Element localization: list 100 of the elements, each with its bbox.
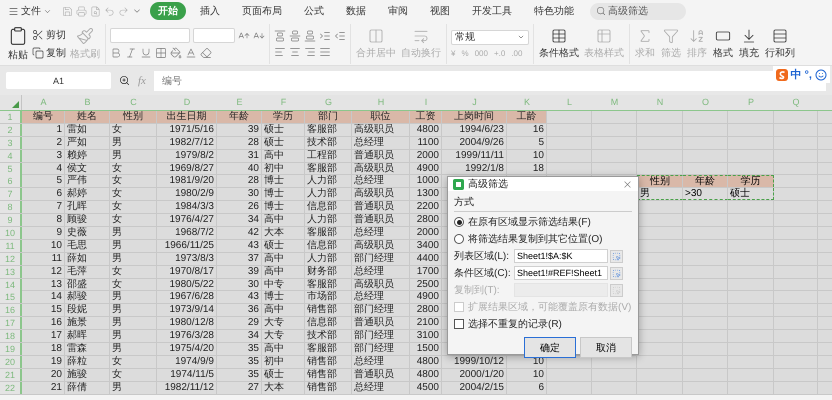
align-right-button[interactable] [304, 46, 316, 58]
align-middle-button[interactable] [289, 30, 301, 42]
column-letter[interactable]: K [507, 95, 547, 110]
ribbon-tab[interactable]: 视图 [422, 2, 458, 20]
ribbon-tab[interactable]: 公式 [296, 2, 332, 20]
row-number[interactable]: 14 [0, 278, 22, 291]
ribbon-tab[interactable]: 页面布局 [234, 2, 290, 20]
italic-button[interactable] [125, 47, 137, 59]
ribbon-tab[interactable]: 插入 [192, 2, 228, 20]
radio-option[interactable]: 在原有区域显示筛选结果(F) [454, 215, 632, 229]
ribbon-tab[interactable]: 数据 [338, 2, 374, 20]
ime-punctuation[interactable]: °, [804, 68, 812, 80]
justify-button[interactable] [319, 46, 331, 58]
cut-button[interactable]: 剪切 [32, 28, 66, 42]
checkbox-option[interactable]: 选择不重复的记录(R) [454, 317, 632, 331]
column-letter[interactable]: A [22, 95, 65, 110]
range-field[interactable]: Sheet1!$A:$K [514, 249, 608, 263]
number-format-button[interactable]: .00 [511, 48, 522, 58]
row-number[interactable]: 9 [0, 214, 22, 226]
row-number[interactable]: 5 [0, 162, 22, 175]
column-letter[interactable]: B [65, 95, 110, 110]
redo-button[interactable] [118, 6, 129, 16]
column-letter[interactable]: M [592, 95, 637, 110]
conditional-format-button[interactable]: 条件格式 [538, 28, 580, 60]
number-format-button[interactable]: % [461, 48, 469, 58]
column-letter[interactable]: E [217, 95, 262, 110]
number-format-button[interactable]: 000 [474, 48, 488, 58]
row-number[interactable]: 17 [0, 317, 22, 330]
column-letter[interactable]: J [442, 95, 507, 110]
row-number[interactable]: 8 [0, 201, 22, 214]
range-picker-button[interactable] [610, 250, 623, 262]
smiley-icon[interactable] [815, 68, 827, 80]
range-field[interactable]: Sheet1!#REF!Sheet1 [514, 266, 608, 280]
row-number[interactable]: 4 [0, 150, 22, 162]
radio-option[interactable]: 将筛选结果复制到其它位置(O) [454, 232, 632, 246]
preview-button[interactable] [90, 6, 101, 16]
row-number[interactable]: 21 [0, 368, 22, 381]
column-letter[interactable]: F [262, 95, 305, 110]
row-number[interactable]: 16 [0, 304, 22, 316]
column-letter[interactable]: P [728, 95, 774, 110]
column-letter[interactable]: Q [774, 95, 818, 110]
column-letter[interactable]: C [110, 95, 157, 110]
column-letter[interactable]: D [157, 95, 217, 110]
file-menu[interactable]: 文件 [6, 4, 54, 18]
column-letter[interactable]: G [305, 95, 352, 110]
underline-button[interactable] [140, 47, 152, 59]
row-number[interactable]: 7 [0, 188, 22, 200]
indent-button[interactable] [319, 30, 331, 42]
cancel-button[interactable]: 取消 [580, 337, 632, 358]
ribbon-tab[interactable]: 开始 [150, 2, 186, 20]
row-number[interactable]: 12 [0, 252, 22, 265]
ribbon-tool-button[interactable]: 填充 [738, 28, 760, 60]
search-field[interactable]: 高级筛选 [590, 2, 686, 20]
range-picker-button[interactable] [610, 284, 623, 296]
row-number[interactable]: 10 [0, 227, 22, 240]
ime-toolbar[interactable]: 中 °, [772, 66, 830, 83]
align-left-button[interactable] [274, 46, 286, 58]
number-format-button[interactable]: +.0 [494, 48, 506, 58]
function-button[interactable]: fx [138, 74, 146, 86]
fill-color-button[interactable] [170, 47, 182, 59]
zoom-icon[interactable] [119, 75, 130, 86]
row-number[interactable]: 13 [0, 266, 22, 278]
align-top-button[interactable] [274, 30, 286, 42]
column-letter[interactable]: L [547, 95, 592, 110]
row-number[interactable]: 2 [0, 124, 22, 136]
column-letter[interactable]: N [637, 95, 683, 110]
outdent-button[interactable] [334, 30, 346, 42]
column-letter[interactable]: O [683, 95, 728, 110]
print-button[interactable] [76, 6, 87, 16]
border-button[interactable] [155, 47, 167, 59]
ribbon-tool-button[interactable]: 行和列 [764, 28, 796, 60]
name-box[interactable]: A1 [6, 72, 111, 89]
number-format-select[interactable]: 常规 [451, 30, 529, 44]
close-button[interactable] [622, 178, 633, 190]
save-button[interactable] [62, 6, 73, 16]
column-letter[interactable]: H [352, 95, 410, 110]
row-number[interactable]: 20 [0, 356, 22, 368]
undo-button[interactable] [104, 6, 115, 16]
column-letter[interactable]: I [410, 95, 442, 110]
row-number[interactable]: 6 [0, 175, 22, 188]
font-color-button[interactable] [185, 47, 197, 59]
row-number[interactable]: 18 [0, 330, 22, 342]
row-number[interactable]: 3 [0, 136, 22, 149]
ribbon-tab[interactable]: 审阅 [380, 2, 416, 20]
range-picker-button[interactable] [610, 266, 623, 280]
ok-button[interactable]: 确定 [524, 337, 576, 358]
paste-button[interactable]: 粘贴 [7, 26, 29, 62]
ribbon-tab[interactable]: 开发工具 [464, 2, 520, 20]
bold-button[interactable] [110, 47, 122, 59]
font-size-field[interactable] [193, 28, 235, 43]
clear-button[interactable] [200, 47, 212, 59]
row-number[interactable]: 19 [0, 343, 22, 356]
font-name-field[interactable] [110, 28, 190, 43]
row-number[interactable]: 15 [0, 291, 22, 304]
row-number[interactable]: 11 [0, 240, 22, 252]
ribbon-tool-button[interactable]: 格式 [712, 28, 734, 60]
align-bottom-button[interactable] [304, 30, 316, 42]
align-center-button[interactable] [289, 46, 301, 58]
copy-button[interactable]: 复制 [32, 46, 66, 60]
number-format-button[interactable]: ¥ [451, 48, 456, 58]
